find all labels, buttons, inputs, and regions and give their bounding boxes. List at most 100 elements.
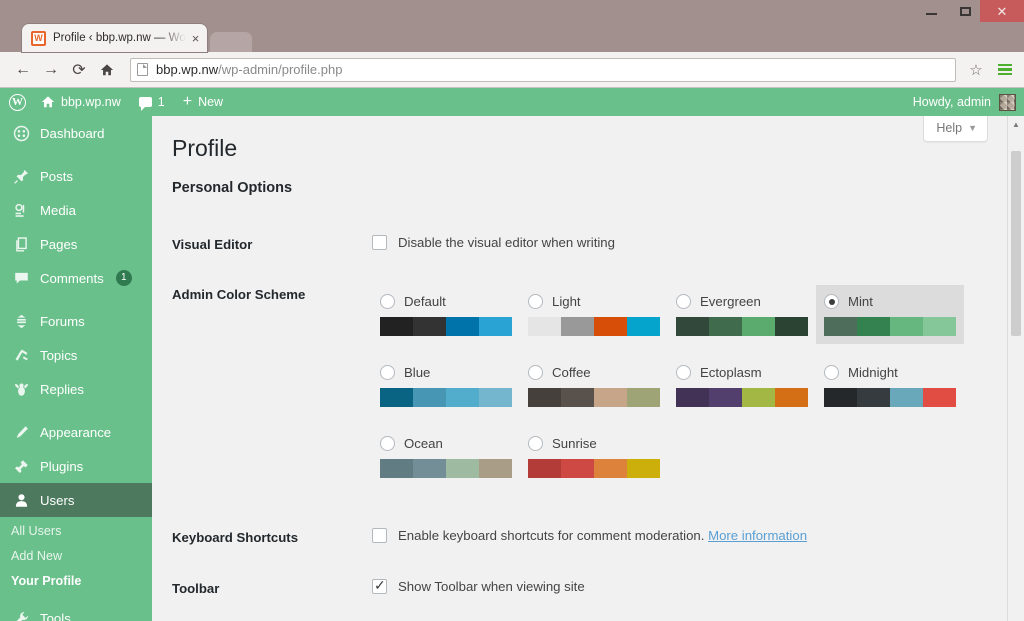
visual-editor-checkbox[interactable]: [372, 235, 387, 250]
adminbar-site-name[interactable]: bbp.wp.nw: [32, 88, 130, 116]
sidebar-item-posts[interactable]: Posts: [0, 159, 152, 193]
sidebar-item-users[interactable]: Users: [0, 483, 152, 517]
color-scheme-option-ectoplasm[interactable]: Ectoplasm: [668, 356, 816, 415]
sidebar-item-tools[interactable]: Tools: [0, 601, 152, 621]
sidebar-item-label: Forums: [40, 314, 85, 329]
sidebar-item-pages[interactable]: Pages: [0, 227, 152, 261]
home-button[interactable]: [94, 57, 120, 83]
admin-color-scheme-row: Admin Color Scheme Default: [172, 270, 1012, 513]
toolbar-checkbox-row[interactable]: Show Toolbar when viewing site: [372, 579, 1002, 594]
sidebar-item-comments[interactable]: Comments 1: [0, 261, 152, 295]
new-tab-button[interactable]: [210, 32, 252, 52]
reload-button[interactable]: ⟳: [66, 57, 92, 83]
palette-swatch: [413, 459, 446, 478]
palette-swatch: [528, 388, 561, 407]
palette-swatch: [446, 459, 479, 478]
scrollbar-up-button[interactable]: ▲: [1008, 116, 1024, 133]
sidebar-item-forums[interactable]: Forums: [0, 304, 152, 338]
bookmark-button[interactable]: ☆: [964, 58, 988, 82]
visual-editor-checkbox-row[interactable]: Disable the visual editor when writing: [372, 235, 1002, 250]
palette-swatch: [479, 388, 512, 407]
browser-menu-button[interactable]: [994, 58, 1016, 82]
toolbar-checkbox-label: Show Toolbar when viewing site: [398, 579, 585, 594]
color-scheme-radio[interactable]: [676, 365, 691, 380]
sidebar-item-topics[interactable]: Topics: [0, 338, 152, 372]
palette-swatch: [923, 317, 956, 336]
address-bar[interactable]: bbp.wp.nw/wp-admin/profile.php: [130, 58, 956, 82]
browser-tabstrip: W Profile ‹ bbp.wp.nw — Wo ×: [0, 24, 1024, 52]
color-scheme-option-blue[interactable]: Blue: [372, 356, 520, 415]
color-scheme-option-ocean[interactable]: Ocean: [372, 427, 520, 486]
color-scheme-radio[interactable]: [380, 365, 395, 380]
sidebar-item-media[interactable]: Media: [0, 193, 152, 227]
scrollbar-track[interactable]: [1008, 133, 1024, 616]
color-scheme-option-coffee[interactable]: Coffee: [520, 356, 668, 415]
adminbar-comments[interactable]: 1: [130, 88, 174, 116]
adminbar-account[interactable]: Howdy, admin: [913, 94, 1024, 111]
media-icon: [11, 200, 31, 220]
color-scheme-option-midnight[interactable]: Midnight: [816, 356, 964, 415]
toolbar-checkbox[interactable]: [372, 579, 387, 594]
keyboard-shortcuts-checkbox-row[interactable]: Enable keyboard shortcuts for comment mo…: [372, 528, 1002, 543]
browser-tab-title: Profile ‹ bbp.wp.nw — Wo: [53, 32, 186, 44]
palette-swatch: [561, 317, 594, 336]
tab-close-icon[interactable]: ×: [192, 31, 200, 46]
reload-icon: ⟳: [72, 60, 85, 80]
color-scheme-option-default[interactable]: Default: [372, 285, 520, 344]
adminbar-site-name-label: bbp.wp.nw: [61, 95, 121, 109]
admin-body: Dashboard Posts Media: [0, 116, 1024, 621]
color-scheme-name: Default: [404, 294, 446, 309]
window-minimize-button[interactable]: [916, 0, 946, 22]
scrollbar-thumb[interactable]: [1011, 151, 1021, 336]
keyboard-shortcuts-label: Keyboard Shortcuts: [172, 513, 372, 563]
window-maximize-button[interactable]: [950, 0, 980, 22]
comment-icon: [11, 268, 31, 288]
browser-tab[interactable]: W Profile ‹ bbp.wp.nw — Wo ×: [22, 24, 207, 52]
palette-swatch: [742, 388, 775, 407]
submenu-item-add-new[interactable]: Add New: [0, 544, 152, 569]
color-scheme-radio[interactable]: [528, 294, 543, 309]
sidebar-item-label: Users: [40, 493, 74, 508]
palette-swatch: [446, 388, 479, 407]
color-scheme-option-sunrise[interactable]: Sunrise: [520, 427, 668, 486]
page-scrollbar[interactable]: ▲ ▼: [1007, 116, 1024, 621]
sidebar-item-label: Comments: [40, 271, 104, 286]
color-scheme-radio[interactable]: [380, 436, 395, 451]
color-scheme-radio[interactable]: [824, 365, 839, 380]
forward-button[interactable]: →: [38, 57, 64, 83]
palette-swatch: [824, 317, 857, 336]
palette-swatch: [594, 459, 627, 478]
replies-icon: [11, 379, 31, 399]
color-scheme-radio[interactable]: [824, 294, 839, 309]
personal-options-heading: Personal Options: [172, 180, 1024, 196]
palette-swatch: [380, 459, 413, 478]
color-scheme-radio[interactable]: [676, 294, 691, 309]
star-icon: ☆: [969, 61, 982, 79]
submenu-item-your-profile[interactable]: Your Profile: [0, 569, 152, 594]
window-close-button[interactable]: ✕: [980, 0, 1024, 22]
adminbar-new-label: New: [198, 95, 223, 109]
palette-swatch: [923, 388, 956, 407]
sidebar-item-replies[interactable]: Replies: [0, 372, 152, 406]
color-scheme-option-light[interactable]: Light: [520, 285, 668, 344]
color-scheme-name: Mint: [848, 294, 873, 309]
color-scheme-option-evergreen[interactable]: Evergreen: [668, 285, 816, 344]
adminbar-new-content[interactable]: + New: [174, 88, 232, 116]
color-scheme-radio[interactable]: [528, 436, 543, 451]
more-information-link[interactable]: More information: [708, 528, 807, 543]
back-button[interactable]: ←: [10, 57, 36, 83]
close-icon: ✕: [997, 5, 1008, 18]
palette-swatch: [594, 388, 627, 407]
color-scheme-radio[interactable]: [528, 365, 543, 380]
color-scheme-radio[interactable]: [380, 294, 395, 309]
color-scheme-palette: [528, 317, 660, 336]
help-tab-button[interactable]: Help ▼: [923, 116, 988, 142]
adminbar-wp-logo[interactable]: W: [0, 88, 32, 116]
sidebar-item-plugins[interactable]: Plugins: [0, 449, 152, 483]
sidebar-item-dashboard[interactable]: Dashboard: [0, 116, 152, 150]
scrollbar-down-button[interactable]: ▼: [1008, 616, 1024, 621]
sidebar-item-appearance[interactable]: Appearance: [0, 415, 152, 449]
submenu-item-all-users[interactable]: All Users: [0, 519, 152, 544]
color-scheme-option-mint[interactable]: Mint: [816, 285, 964, 344]
keyboard-shortcuts-checkbox[interactable]: [372, 528, 387, 543]
